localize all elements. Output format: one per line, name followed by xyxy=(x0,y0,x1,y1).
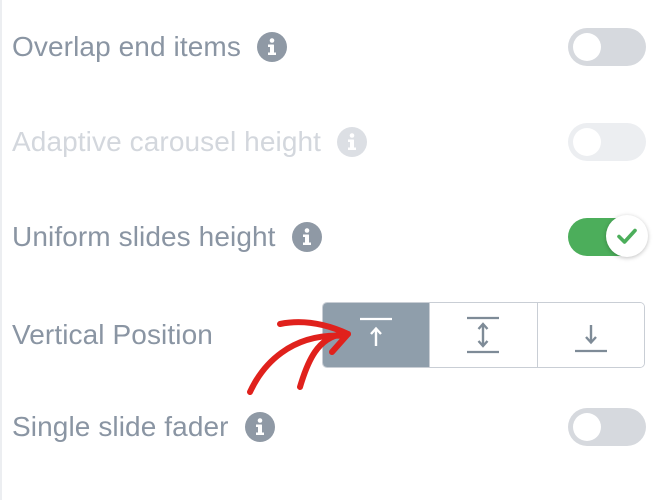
check-icon xyxy=(617,228,637,244)
info-icon[interactable] xyxy=(244,412,275,442)
vertical-position-bottom-button[interactable] xyxy=(536,303,644,367)
align-middle-icon xyxy=(467,316,500,354)
vertical-position-control xyxy=(322,302,645,368)
align-top-icon xyxy=(360,317,393,346)
info-icon[interactable] xyxy=(256,32,287,62)
setting-adaptive-carousel-height: Adaptive carousel height xyxy=(12,123,656,161)
setting-label: Overlap end items xyxy=(12,31,241,62)
align-bottom-icon xyxy=(574,325,607,353)
setting-overlap-end-items: Overlap end items xyxy=(12,28,656,66)
adaptive-carousel-height-toggle[interactable] xyxy=(568,123,646,161)
uniform-slides-height-toggle[interactable] xyxy=(568,215,648,257)
overlap-end-items-toggle[interactable] xyxy=(568,28,646,66)
setting-single-slide-fader: Single slide fader xyxy=(12,408,656,446)
panel-left-border xyxy=(0,0,2,500)
info-icon[interactable] xyxy=(337,127,368,157)
setting-label: Vertical Position xyxy=(12,319,213,350)
single-slide-fader-toggle[interactable] xyxy=(568,408,646,446)
toggle-knob xyxy=(573,33,601,61)
setting-uniform-slides-height: Uniform slides height xyxy=(12,215,656,257)
setting-label: Single slide fader xyxy=(12,411,229,442)
setting-label: Adaptive carousel height xyxy=(12,126,322,157)
info-icon[interactable] xyxy=(291,222,322,252)
toggle-knob xyxy=(606,215,648,257)
toggle-knob xyxy=(573,413,601,441)
setting-label: Uniform slides height xyxy=(12,221,276,252)
vertical-position-middle-button[interactable] xyxy=(429,303,537,367)
vertical-position-top-button[interactable] xyxy=(323,303,430,367)
toggle-knob xyxy=(573,128,601,156)
